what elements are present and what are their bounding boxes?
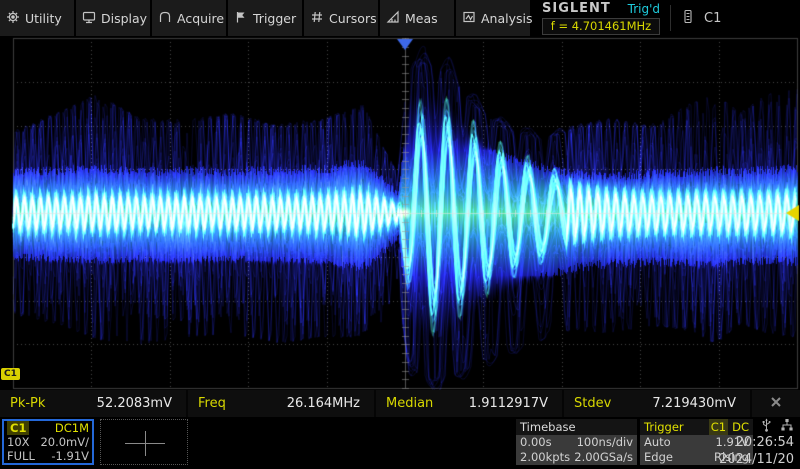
channel-coupling: DC1M bbox=[55, 421, 89, 435]
timebase-delay: 0.00s bbox=[520, 435, 552, 450]
measurement-pkpk[interactable]: Pk-Pk 52.2083mV bbox=[0, 390, 186, 417]
clock-time: 20:26:54 bbox=[736, 434, 794, 451]
usb-icon bbox=[761, 418, 772, 436]
measurement-median[interactable]: Median 1.9112917V bbox=[376, 390, 562, 417]
trigger-title: Trigger bbox=[644, 419, 684, 435]
brand-block: SIGLENT Trig'd f = 4.701461MHz bbox=[542, 0, 660, 36]
siglent-logo: SIGLENT bbox=[542, 1, 611, 16]
measurement-value: 26.164MHz bbox=[287, 396, 360, 411]
menu-item-label: Cursors bbox=[329, 11, 377, 26]
menu-item-utility[interactable]: Utility bbox=[0, 0, 74, 36]
frequency-readout: f = 4.701461MHz bbox=[542, 18, 660, 35]
cursors-icon bbox=[310, 9, 324, 28]
channel-indicator-label: C1 bbox=[704, 11, 721, 26]
measurement-freq[interactable]: Freq 26.164MHz bbox=[188, 390, 374, 417]
channel-offset: -1.91V bbox=[51, 449, 89, 463]
channel-scale: 20.0mV/ bbox=[40, 435, 89, 449]
clock-box: 20:26:54 2024/11/20 bbox=[706, 417, 798, 469]
channel-list-indicator[interactable]: C1 bbox=[681, 0, 721, 36]
measurement-value: 7.219430mV bbox=[652, 396, 736, 411]
clock-date: 2024/11/20 bbox=[719, 451, 794, 468]
timebase-points: 2.00kpts bbox=[520, 450, 570, 465]
measurement-stdev[interactable]: Stdev 7.219430mV bbox=[564, 390, 750, 417]
analysis-icon bbox=[462, 9, 476, 28]
menu-item-label: Utility bbox=[25, 11, 62, 26]
measure-icon bbox=[386, 9, 400, 28]
channel-name: C1 bbox=[7, 421, 29, 435]
acquire-icon bbox=[158, 9, 172, 28]
add-channel-placeholder[interactable] bbox=[100, 419, 188, 465]
status-bar: C1 DC1M 10X 20.0mV/ FULL -1.91V Timebase… bbox=[0, 417, 800, 469]
trigger-status-badge: Trig'd bbox=[628, 2, 660, 16]
menu-separator bbox=[670, 5, 671, 31]
display-icon bbox=[82, 9, 96, 28]
measurement-label: Stdev bbox=[574, 396, 611, 411]
channel-probe: 10X bbox=[7, 435, 30, 449]
menu-item-label: Meas bbox=[405, 11, 438, 26]
measurement-label: Pk-Pk bbox=[10, 396, 45, 411]
channel1-settings-box[interactable]: C1 DC1M 10X 20.0mV/ FULL -1.91V bbox=[2, 419, 94, 465]
timebase-box[interactable]: Timebase 0.00s 100ns/div 2.00kpts 2.00GS… bbox=[516, 419, 637, 465]
timebase-scale: 100ns/div bbox=[577, 435, 633, 450]
menu-item-display[interactable]: Display bbox=[76, 0, 150, 36]
menu-bar: Utility Display Acquire Trigger Cursors … bbox=[0, 0, 800, 36]
channel-bandwidth: FULL bbox=[7, 449, 35, 463]
gear-icon bbox=[6, 9, 20, 28]
measurement-label: Median bbox=[386, 396, 433, 411]
menu-item-cursors[interactable]: Cursors bbox=[304, 0, 378, 36]
measurement-close-button[interactable] bbox=[752, 390, 800, 417]
timebase-samplerate: 2.00GSa/s bbox=[574, 450, 633, 465]
menu-item-analysis[interactable]: Analysis bbox=[456, 0, 530, 36]
measurement-label: Freq bbox=[198, 396, 226, 411]
graticule-area: C1 bbox=[0, 36, 800, 390]
timebase-title: Timebase bbox=[516, 419, 637, 435]
menu-item-label: Acquire bbox=[177, 11, 224, 26]
channel-list-icon bbox=[681, 9, 695, 28]
trigger-type: Edge bbox=[644, 450, 673, 465]
lan-icon bbox=[780, 418, 794, 435]
menu-item-acquire[interactable]: Acquire bbox=[152, 0, 226, 36]
trigger-mode: Auto bbox=[644, 435, 671, 450]
menu-item-label: Analysis bbox=[481, 11, 533, 26]
measurement-value: 1.9112917V bbox=[469, 396, 548, 411]
menu-item-label: Display bbox=[101, 11, 147, 26]
measurement-value: 52.2083mV bbox=[97, 396, 172, 411]
menu-item-trigger[interactable]: Trigger bbox=[228, 0, 302, 36]
waveform-display[interactable] bbox=[0, 36, 800, 390]
close-icon bbox=[769, 394, 783, 413]
channel-position-marker[interactable]: C1 bbox=[1, 368, 20, 380]
menu-item-label: Trigger bbox=[253, 11, 296, 26]
measurement-bar: Pk-Pk 52.2083mV Freq 26.164MHz Median 1.… bbox=[0, 390, 800, 417]
flag-icon bbox=[234, 9, 248, 28]
menu-item-meas[interactable]: Meas bbox=[380, 0, 454, 36]
